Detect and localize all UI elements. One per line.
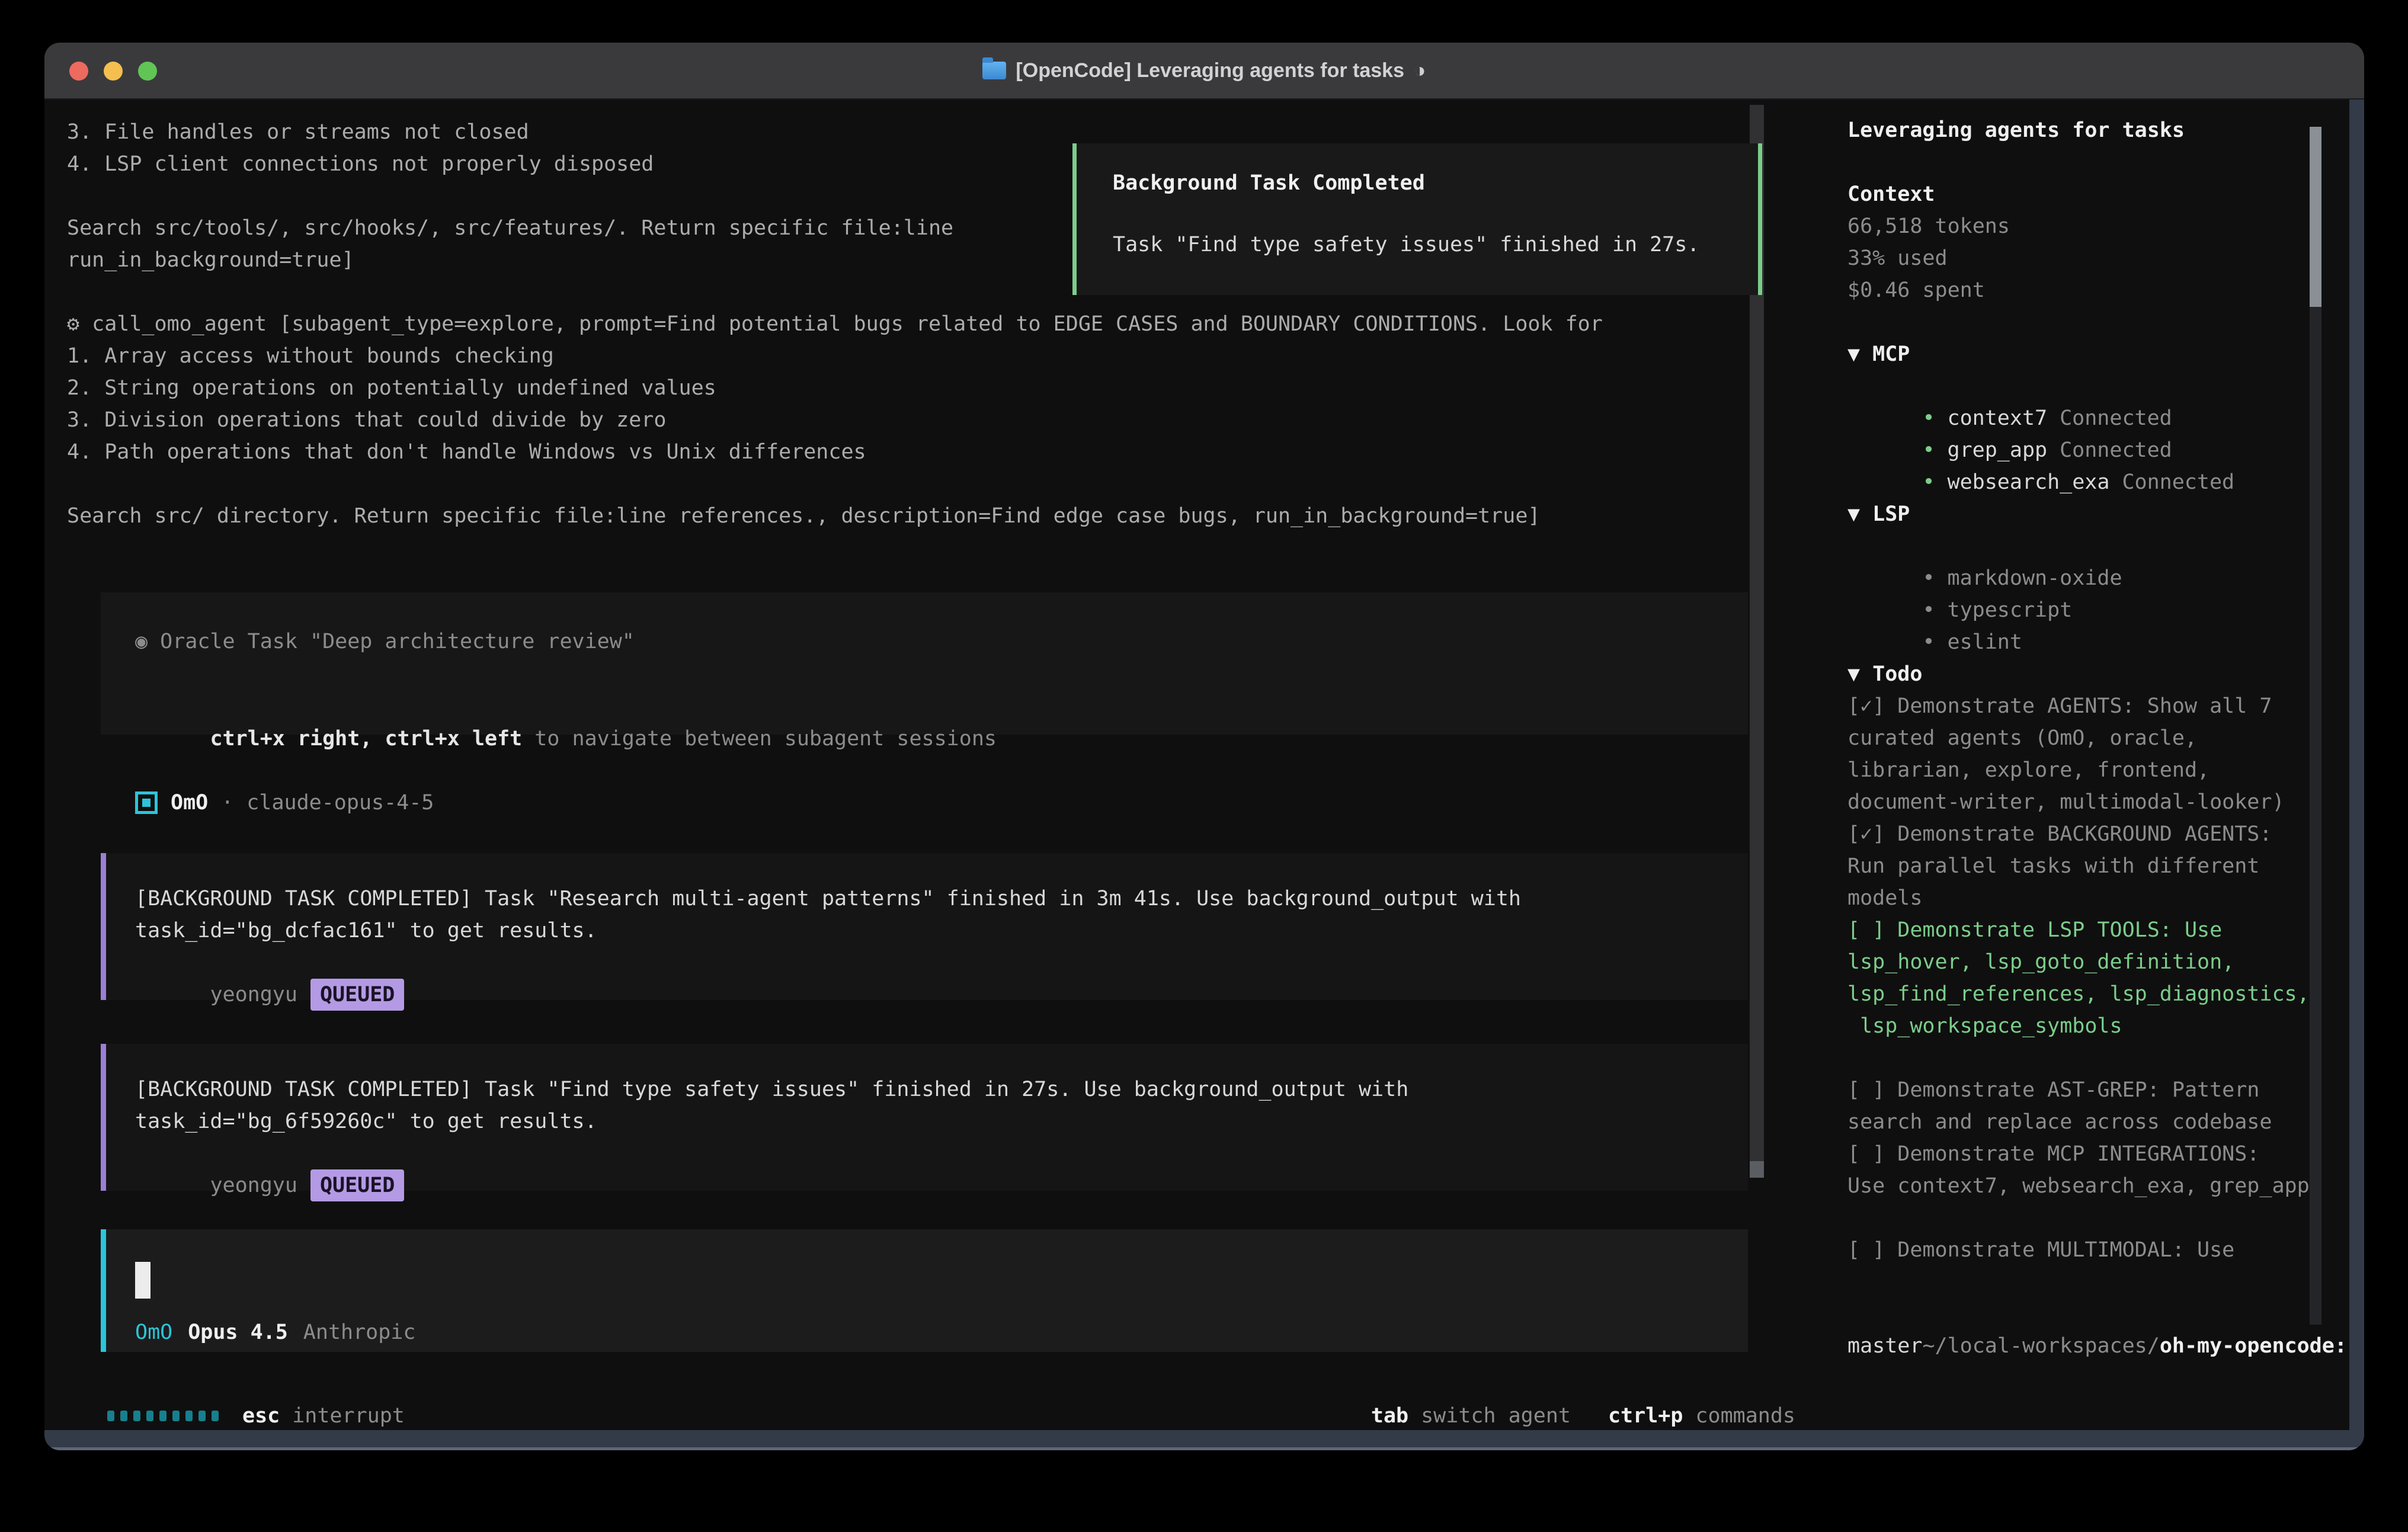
todo-line-done: document-writer, multimodal-looker) [1847, 786, 2285, 818]
omo-agent-icon [135, 791, 158, 814]
todo-line-done: [✓] Demonstrate AGENTS: Show all 7 [1847, 690, 2272, 722]
active-agent: OmO [135, 1316, 172, 1348]
todo-line-pending: [ ] Demonstrate MCP INTEGRATIONS: [1847, 1138, 2259, 1170]
bullet-icon: • [1922, 470, 1935, 494]
agent-header: OmO · claude-opus-4-5 [135, 787, 434, 819]
terminal-line: 1. Array access without bounds checking [67, 340, 554, 372]
window-title-text: [OpenCode] Leveraging agents for tasks [1016, 59, 1404, 82]
tool-call-line: ⚙ call_omo_agent [subagent_type=explore,… [67, 308, 1603, 340]
separator-dot: · [221, 787, 233, 819]
toast-title: Background Task Completed [1113, 167, 1425, 199]
folder-icon [982, 62, 1006, 79]
terminal-line: 2. String operations on potentially unde… [67, 372, 716, 404]
bullet-icon: • [1922, 630, 1935, 654]
maximize-button[interactable] [138, 62, 157, 81]
todo-line-done: [✓] Demonstrate BACKGROUND AGENTS: [1847, 818, 2272, 850]
terminal-line: Search src/ directory. Return specific f… [67, 500, 1540, 532]
spinner-dots-icon [107, 1411, 219, 1421]
task-message-line: [BACKGROUND TASK COMPLETED] Task "Resear… [135, 883, 1521, 915]
todo-section-heading[interactable]: ▼ Todo [1847, 658, 1922, 690]
context-tokens: 66,518 tokens [1847, 210, 2010, 242]
commands-label: commands [1695, 1400, 1795, 1432]
mcp-status: Connected [2122, 470, 2234, 494]
close-button[interactable] [69, 62, 88, 81]
minimize-button[interactable] [104, 62, 123, 81]
terminal-line: run_in_background=true] [67, 244, 354, 276]
terminal-line: 4. LSP client connections not properly d… [67, 148, 654, 180]
window-edge-right [2349, 100, 2364, 1450]
terminal-line: 4. Path operations that don't handle Win… [67, 436, 866, 468]
subagent-shortcut-hint: ctrl+x right, ctrl+x left to navigate be… [135, 691, 997, 787]
status-bar-right: tab switch agent ctrl+p commands [1371, 1400, 1795, 1432]
agent-name: OmO [171, 787, 208, 819]
task-footer: yeongyu QUEUED [135, 1137, 404, 1233]
model-indicator[interactable]: OmO Opus 4.5 Anthropic [135, 1316, 415, 1348]
task-message-line: task_id="bg_6f59260c" to get results. [135, 1105, 597, 1137]
window-edge-bottom [44, 1430, 2364, 1450]
todo-line-pending: [ ] Demonstrate AST-GREP: Pattern [1847, 1074, 2259, 1106]
sidebar-scrollbar-thumb[interactable] [2310, 127, 2321, 307]
shortcut-label: to navigate between subagent sessions [522, 727, 997, 751]
workspace-repo: oh-my-opencode: [2160, 1334, 2347, 1358]
toast-message: Task "Find type safety issues" finished … [1113, 229, 1699, 261]
terminal-line: 3. Division operations that could divide… [67, 404, 666, 436]
todo-line-done: models [1847, 882, 1922, 914]
todo-line-done: Run parallel tasks with different [1847, 850, 2259, 882]
lsp-section-heading[interactable]: ▼ LSP [1847, 498, 1910, 530]
titlebar[interactable]: [OpenCode] Leveraging agents for tasks ◑ [44, 43, 2364, 100]
model-provider: Anthropic [303, 1316, 416, 1348]
todo-line-pending: search and replace across codebase [1847, 1106, 2272, 1138]
task-message-line: task_id="bg_dcfac161" to get results. [135, 915, 597, 947]
text-cursor [135, 1262, 150, 1299]
todo-line-pending: Use context7, websearch_exa, grep_app [1847, 1170, 2310, 1202]
todo-line-pending: [ ] Demonstrate MULTIMODAL: Use [1847, 1234, 2234, 1266]
todo-line-active: [ ] Demonstrate LSP TOOLS: Use [1847, 914, 2222, 946]
active-model: Opus 4.5 [188, 1316, 288, 1348]
context-heading: Context [1847, 178, 1935, 210]
todo-line-active: lsp_workspace_symbols [1847, 1010, 2122, 1042]
todo-line-done: librarian, explore, frontend, [1847, 754, 2210, 786]
session-state-icon: ◑ [1414, 59, 1426, 82]
terminal-line: 3. File handles or streams not closed [67, 116, 529, 148]
tab-key: tab [1371, 1400, 1408, 1432]
tab-label: switch agent [1421, 1400, 1571, 1432]
desktop: [OpenCode] Leveraging agents for tasks ◑… [0, 0, 2408, 1532]
mcp-section-heading[interactable]: ▼ MCP [1847, 338, 1910, 370]
todo-line-done: curated agents (OmO, oracle, [1847, 722, 2197, 754]
session-title: Leveraging agents for tasks [1847, 114, 2185, 146]
task-footer: yeongyu QUEUED [135, 947, 404, 1043]
esc-key: esc [242, 1404, 280, 1428]
context-spent: $0.46 spent [1847, 274, 1985, 306]
shortcut-keys: ctrl+x right, ctrl+x left [210, 727, 522, 751]
workspace-branch: master [1847, 1330, 1922, 1362]
oracle-task-header: ◉ Oracle Task "Deep architecture review" [135, 626, 635, 658]
agent-model: claude-opus-4-5 [246, 787, 434, 819]
todo-line-active: lsp_find_references, lsp_diagnostics, [1847, 978, 2310, 1010]
background-task-toast[interactable]: Background Task Completed Task "Find typ… [1072, 143, 1762, 295]
esc-label: interrupt [292, 1404, 405, 1428]
todo-line-active: lsp_hover, lsp_goto_definition, [1847, 946, 2234, 978]
commands-key: ctrl+p [1608, 1400, 1683, 1432]
status-badge: QUEUED [310, 979, 404, 1011]
task-user: yeongyu [210, 983, 297, 1007]
task-message-line: [BACKGROUND TASK COMPLETED] Task "Find t… [135, 1073, 1408, 1105]
lsp-name: eslint [1948, 630, 2022, 654]
sidebar-scrollbar[interactable] [2310, 127, 2321, 1325]
context-used: 33% used [1847, 242, 1948, 274]
workspace-dir: ~/local-workspaces/ [1922, 1334, 2159, 1358]
status-badge: QUEUED [310, 1169, 404, 1201]
terminal-window: [OpenCode] Leveraging agents for tasks ◑… [44, 43, 2364, 1450]
terminal-line: Search src/tools/, src/hooks/, src/featu… [67, 212, 953, 244]
status-bar-left: esc interrupt [107, 1400, 405, 1432]
window-title: [OpenCode] Leveraging agents for tasks ◑ [982, 59, 1426, 82]
esc-hint: esc interrupt [242, 1400, 405, 1432]
mcp-name: websearch_exa [1948, 470, 2110, 494]
main-scrollbar-thumb[interactable] [1750, 1161, 1764, 1178]
task-user: yeongyu [210, 1174, 297, 1197]
